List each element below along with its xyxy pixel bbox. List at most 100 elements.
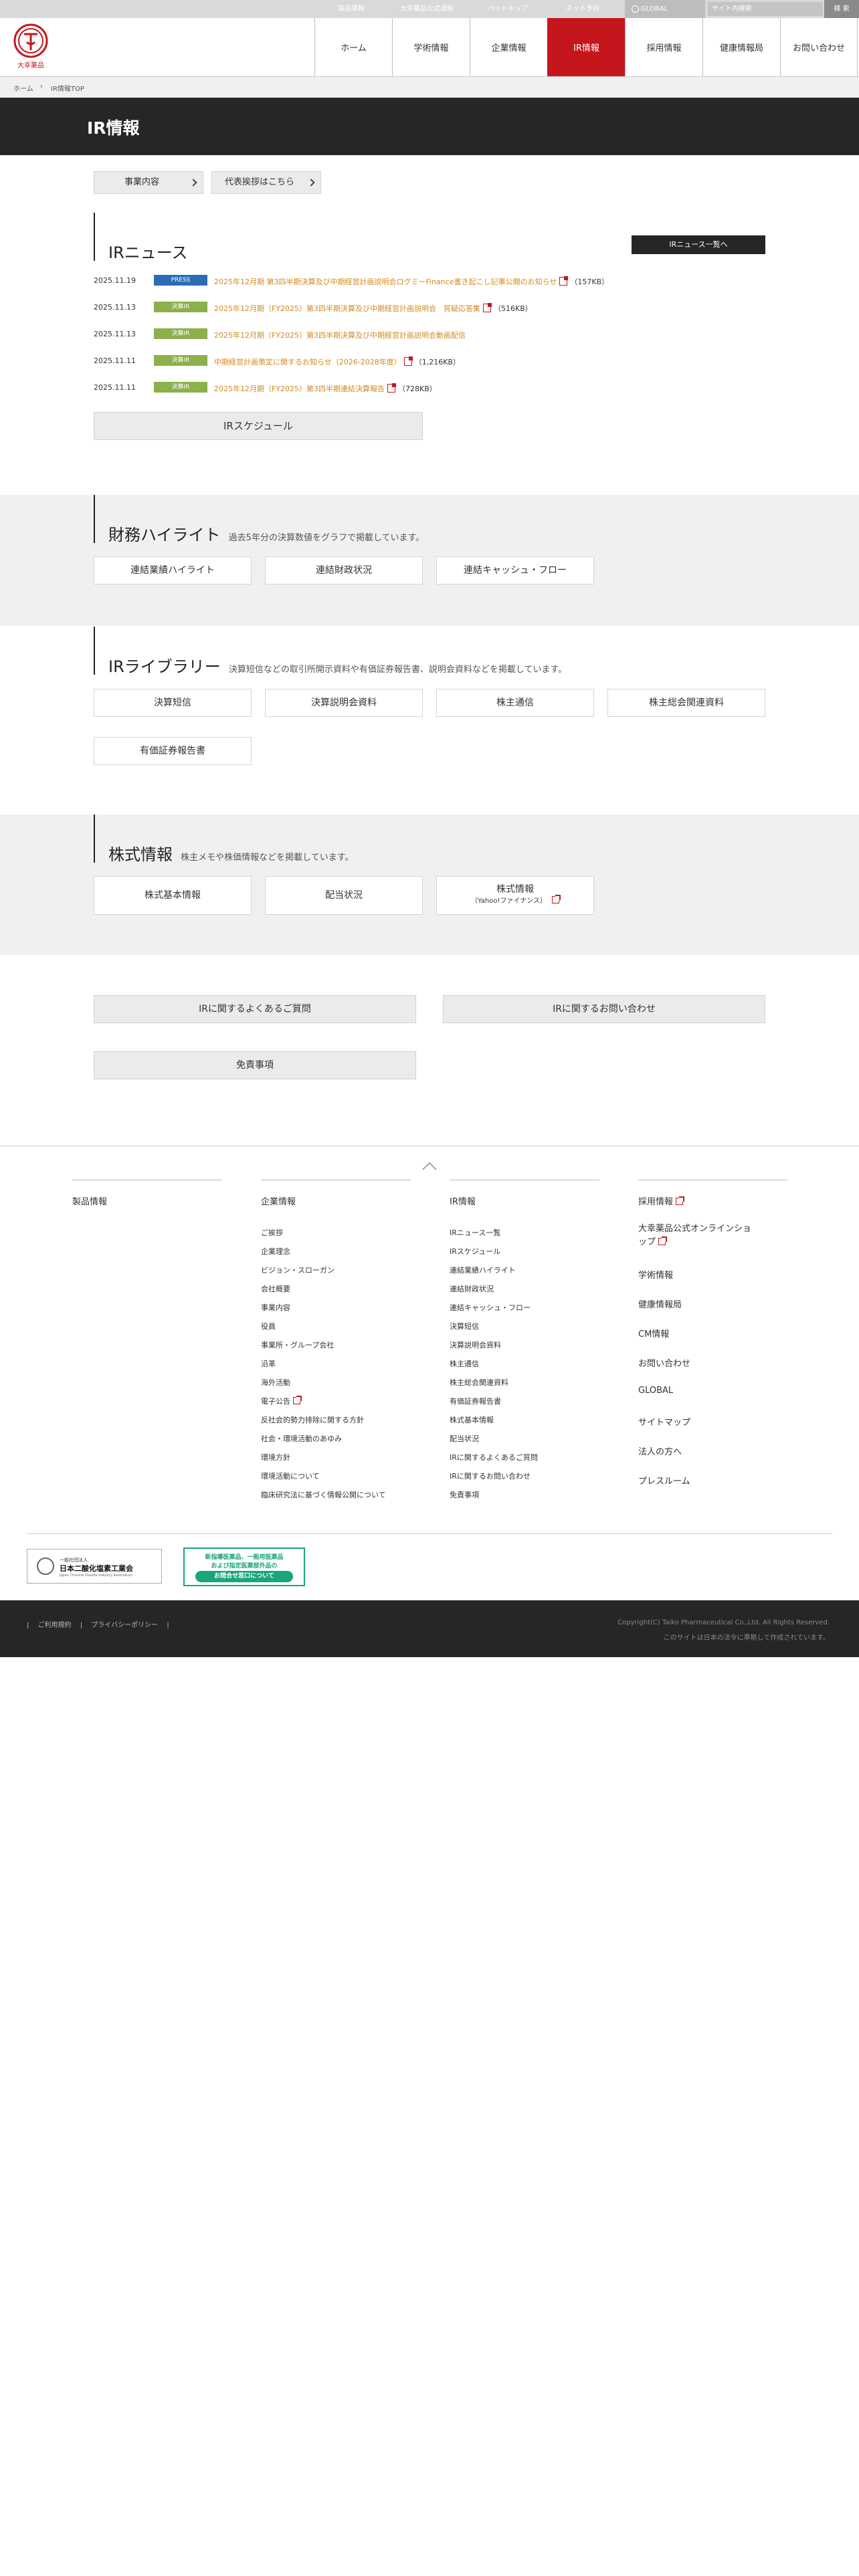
stock-basic-button[interactable]: 株式基本情報 (94, 876, 252, 915)
news-link[interactable]: 2025年12月期（FY2025）第3四半期決算及び中期経営計画説明会 質疑応答… (214, 303, 533, 314)
privacy-link[interactable]: プライバシーポリシー (91, 1622, 158, 1629)
footer-other-link[interactable]: 法人の方へ (638, 1444, 682, 1457)
ir-schedule-button[interactable]: IRスケジュール (94, 412, 423, 440)
news-link-text: 2025年12月期（FY2025）第3四半期連結決算報告 (214, 385, 385, 393)
tanshin-button[interactable]: 決算短信 (94, 689, 252, 717)
footer-ir-link[interactable]: 連結財政状況 (450, 1283, 494, 1294)
footer-company-link[interactable]: 会社概要 (261, 1283, 290, 1294)
greeting-button[interactable]: 代表挨拶はこちら (211, 171, 321, 194)
breadcrumb-home[interactable]: ホーム (13, 83, 33, 93)
footer-ir-link[interactable]: 有価証券報告書 (450, 1396, 501, 1406)
pdf-icon (559, 276, 569, 286)
chlorine-dioxide-association-banner[interactable]: 一般社団法人 日本二酸化塩素工業会 Japan Chlorine Dioxide… (27, 1549, 162, 1584)
cashflow-button[interactable]: 連結キャッシュ・フロー (436, 556, 594, 584)
footer-ir-link[interactable]: IRスケジュール (450, 1246, 500, 1257)
utility-link-reserve[interactable]: ネット予約 (566, 0, 599, 18)
footer-ir-link[interactable]: IRに関するお問い合わせ (450, 1471, 531, 1481)
yahoo-finance-label: （Yahoo!ファイナンス） (470, 897, 547, 905)
terms-link[interactable]: ご利用規約 (38, 1622, 72, 1629)
nav-recruit[interactable]: 採用情報 (625, 18, 702, 76)
news-badge: 決算IR (154, 302, 207, 312)
footer-other-link[interactable]: GLOBAL (638, 1386, 673, 1396)
briefing-materials-button[interactable]: 決算説明会資料 (265, 689, 423, 717)
footer-company-link[interactable]: 沿革 (261, 1358, 276, 1369)
footer-company-link-ext[interactable]: 電子公告 (261, 1396, 302, 1406)
securities-report-button[interactable]: 有価証券報告書 (94, 737, 252, 765)
news-link[interactable]: 2025年12月期（FY2025）第3四半期連結決算報告 （728KB） (214, 383, 437, 394)
footer-ir-heading[interactable]: IR情報 (450, 1194, 476, 1207)
nav-academic[interactable]: 学術情報 (392, 18, 470, 76)
search-input[interactable] (708, 2, 823, 16)
footer-ir-link[interactable]: 株主通信 (450, 1358, 479, 1369)
news-file-size: （1,216KB） (414, 358, 461, 366)
drug-inquiry-banner[interactable]: 新指導医薬品、一般用医薬品 および指定医薬部外品の お問合せ窓口について (183, 1547, 305, 1586)
nav-ir[interactable]: IR情報 (547, 18, 625, 76)
dividend-button[interactable]: 配当状況 (265, 876, 423, 915)
footer-company-link[interactable]: 社会・環境活動のあゆみ (261, 1433, 342, 1444)
footer-company-link[interactable]: 反社会的勢力排除に関する方針 (261, 1414, 364, 1425)
footer-ir-link[interactable]: IRニュース一覧 (450, 1227, 500, 1238)
footer-company-link[interactable]: 環境活動について (261, 1471, 320, 1481)
chevron-right-icon (189, 179, 197, 187)
banner2-pill: お問合せ窓口について (195, 1571, 293, 1582)
shareholder-newsletter-button[interactable]: 株主通信 (436, 689, 594, 717)
banner2-line1: 新指導医薬品、一般用医薬品 (205, 1554, 284, 1561)
footer-company-link[interactable]: ビジョン・スローガン (261, 1265, 335, 1275)
highlight-button[interactable]: 連結業績ハイライト (94, 556, 252, 584)
footer-other-link[interactable]: 学術情報 (638, 1268, 673, 1281)
global-link[interactable]: GLOBAL (625, 0, 705, 18)
news-link[interactable]: 2025年12月期（FY2025）第3四半期決算及び中期経営計画説明会動画配信 (214, 330, 466, 340)
utility-link-products[interactable]: 製品情報 (338, 0, 365, 18)
pdf-icon (387, 383, 397, 393)
page-top-button[interactable] (421, 1159, 438, 1175)
footer-ir-link[interactable]: 配当状況 (450, 1433, 479, 1444)
utility-link-pet[interactable]: ペットキップ (488, 0, 528, 18)
footer-company-link[interactable]: 企業理念 (261, 1246, 290, 1257)
news-link[interactable]: 2025年12月期 第3四半期決算及び中期経営計画説明会ログミーFinance書… (214, 276, 609, 287)
stock-yahoo-button[interactable]: 株式情報 （Yahoo!ファイナンス） (436, 876, 594, 915)
site-logo[interactable]: 大幸薬品 (12, 23, 50, 72)
footer-company-heading[interactable]: 企業情報 (261, 1194, 296, 1207)
financial-position-button[interactable]: 連結財政状況 (265, 556, 423, 584)
news-link-text: 2025年12月期（FY2025）第3四半期決算及び中期経営計画説明会動画配信 (214, 331, 466, 340)
disclaimer-button[interactable]: 免責事項 (94, 1051, 416, 1079)
financial-desc: 過去5年分の決算数値をグラフで掲載しています。 (228, 533, 425, 543)
footer-company-link[interactable]: 事業内容 (261, 1302, 290, 1313)
search-button[interactable]: 検 索 (824, 0, 859, 18)
shareholder-meeting-button[interactable]: 株主総会関連資料 (607, 689, 765, 717)
footer-products-heading[interactable]: 製品情報 (72, 1194, 107, 1207)
footer-other-link[interactable]: 健康情報局 (638, 1297, 682, 1310)
ir-contact-button[interactable]: IRに関するお問い合わせ (443, 995, 765, 1023)
nav-health[interactable]: 健康情報局 (702, 18, 780, 76)
nav-contact[interactable]: お問い合わせ (780, 18, 858, 76)
footer-ir-link[interactable]: 決算短信 (450, 1321, 479, 1331)
footer-company-link[interactable]: 環境方針 (261, 1452, 290, 1463)
footer-ir-link[interactable]: IRに関するよくあるご質問 (450, 1452, 538, 1463)
footer-company-link[interactable]: 海外活動 (261, 1377, 290, 1388)
footer-ir-link[interactable]: 連結キャッシュ・フロー (450, 1302, 531, 1313)
ir-faq-button[interactable]: IRに関するよくあるご質問 (94, 995, 416, 1023)
footer-company-link[interactable]: 役員 (261, 1321, 276, 1331)
footer-company-link[interactable]: 事業所・グループ会社 (261, 1339, 334, 1350)
footer-other-link[interactable]: プレスルーム (638, 1474, 690, 1487)
footer-other-link[interactable]: CM情報 (638, 1327, 669, 1339)
ir-news-all-button[interactable]: IRニュース一覧へ (632, 235, 765, 254)
footer-company-link[interactable]: ご挨拶 (261, 1227, 283, 1238)
footer-other-link[interactable]: サイトマップ (638, 1415, 690, 1428)
footer-ir-link[interactable]: 連結業績ハイライト (450, 1265, 516, 1275)
footer-ir-link[interactable]: 株主総会関連資料 (450, 1377, 508, 1388)
footer-ir-link[interactable]: 株式基本情報 (450, 1414, 494, 1425)
business-button[interactable]: 事業内容 (94, 171, 203, 194)
news-date: 2025.11.13 (94, 303, 136, 312)
footer-shop-link[interactable]: 大幸薬品公式オンラインショップ (638, 1222, 752, 1249)
footer-company-link[interactable]: 臨床研究法に基づく情報公開について (261, 1489, 386, 1500)
news-link[interactable]: 中期経営計画策定に関するお知らせ（2026-2028年度） （1,216KB） (214, 356, 460, 367)
nav-home[interactable]: ホーム (314, 18, 392, 76)
utility-link-shop[interactable]: 大幸薬品公式通販 (400, 0, 454, 18)
footer-other-link[interactable]: お問い合わせ (638, 1356, 690, 1369)
nav-company[interactable]: 企業情報 (470, 18, 547, 76)
footer-ir-link[interactable]: 免責事項 (450, 1489, 479, 1500)
footer-ir-link[interactable]: 決算説明会資料 (450, 1339, 501, 1350)
footer-shop-label: 大幸薬品公式オンラインショップ (638, 1224, 752, 1247)
footer-recruit-link[interactable]: 採用情報 (638, 1194, 685, 1207)
